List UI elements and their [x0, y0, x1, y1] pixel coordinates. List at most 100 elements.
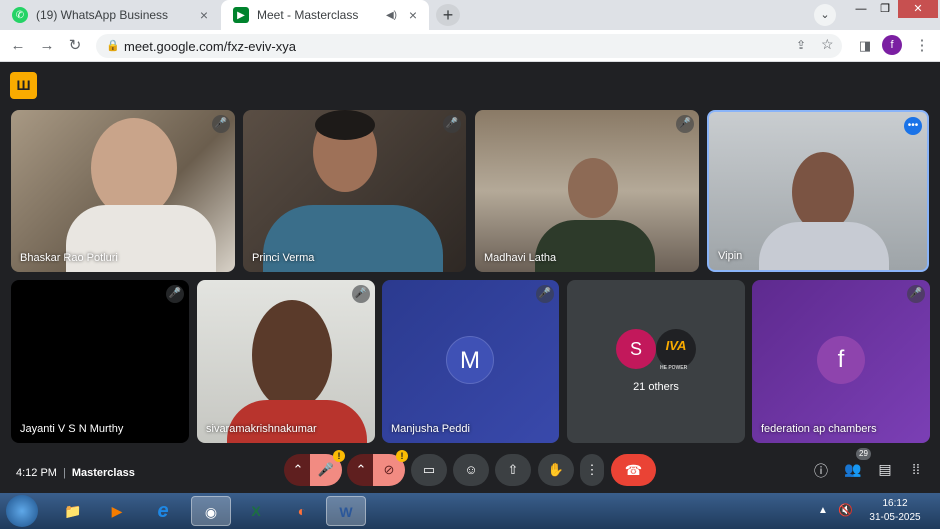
side-panel-icon[interactable]: ◨ — [855, 36, 875, 56]
bookmark-star-icon[interactable]: ☆ — [821, 36, 834, 53]
others-count: 21 others — [633, 381, 679, 393]
meeting-info-icon[interactable]: Ш — [10, 72, 37, 99]
url-text[interactable]: meet.google.com/fxz-eviv-xya — [124, 39, 296, 54]
word-icon[interactable]: W — [326, 496, 366, 526]
others-tile[interactable]: S IVA HE POWER 21 others — [567, 280, 745, 443]
excel-icon[interactable]: X — [239, 496, 273, 526]
avatar: f — [817, 336, 865, 384]
system-clock[interactable]: 16:12 31-05-2025 — [860, 497, 930, 525]
present-screen-button[interactable]: ⇧ — [495, 454, 531, 486]
participant-name: Madhavi Latha — [484, 252, 557, 264]
taskbar: 📁 ▶ e ◉ X ◐ W ▲ 🔇 16:12 31-05-2025 — [0, 493, 940, 529]
video-feed — [792, 152, 854, 232]
video-feed — [568, 158, 618, 218]
reload-icon[interactable]: ↻ — [65, 36, 85, 56]
mic-off-icon: 🎤 — [166, 285, 184, 303]
clock-time: 16:12 — [882, 498, 908, 509]
forward-icon[interactable]: → — [37, 36, 57, 56]
mic-off-icon: 🎤 — [352, 285, 370, 303]
participant-count-badge: 29 — [856, 448, 871, 460]
volume-icon[interactable]: 🔇 — [838, 503, 853, 517]
captions-button[interactable]: ▭ — [411, 454, 447, 486]
tab-whatsapp[interactable]: ✆ (19) WhatsApp Business × — [0, 0, 220, 30]
participant-tile-active-speaker[interactable]: ••• Vipin — [707, 110, 929, 272]
participant-name: sivaramakrishnakumar — [206, 423, 317, 435]
meeting-details: 4:12 PM | Masterclass — [16, 467, 135, 479]
logo-subtext: HE POWER — [660, 365, 688, 371]
close-icon[interactable]: × — [194, 7, 214, 23]
more-options-icon[interactable]: ••• — [904, 117, 922, 135]
avatar: S — [616, 329, 656, 369]
chrome-icon[interactable]: ◉ — [191, 496, 231, 526]
activities-icon[interactable]: ⁞⁞ — [906, 461, 926, 477]
more-options-button[interactable]: ⋮ — [580, 454, 604, 486]
participant-name: Princi Verma — [252, 252, 315, 264]
omnibox[interactable]: 🔒 meet.google.com/fxz-eviv-xya ⇪ ☆ — [96, 34, 842, 58]
media-player-icon[interactable]: ▶ — [100, 496, 134, 526]
warning-icon: ! — [333, 450, 345, 462]
mic-off-icon: 🎤 — [907, 285, 925, 303]
share-icon[interactable]: ⇪ — [796, 38, 806, 52]
profile-avatar[interactable]: f — [882, 35, 902, 55]
raise-hand-button[interactable]: ✋ — [538, 454, 574, 486]
info-icon[interactable]: ⓘ — [811, 461, 831, 481]
internet-explorer-icon[interactable]: e — [146, 496, 180, 526]
mic-off-icon: 🎤 — [536, 285, 554, 303]
video-options-chevron-icon[interactable]: ⌃ — [347, 454, 375, 486]
video-feed — [252, 300, 332, 410]
whatsapp-icon: ✆ — [12, 7, 28, 23]
people-icon[interactable]: 👥 — [843, 461, 863, 478]
browser-menu-icon[interactable]: ⋮ — [912, 36, 932, 56]
participant-tile[interactable]: 🎤 sivaramakrishnakumar — [197, 280, 375, 443]
participant-name: Vipin — [718, 250, 743, 262]
participant-tile[interactable]: 🎤 Princi Verma — [243, 110, 466, 272]
video-feed — [535, 220, 655, 272]
tab-meet[interactable]: ▶ Meet - Masterclass ◀) × — [221, 0, 429, 30]
emoji-button[interactable]: ☺ — [453, 454, 489, 486]
start-button[interactable] — [6, 495, 38, 527]
warning-icon: ! — [396, 450, 408, 462]
video-feed — [315, 110, 375, 140]
new-tab-button[interactable]: + — [436, 4, 460, 26]
participant-name: federation ap chambers — [761, 423, 877, 435]
avatar: M — [446, 336, 494, 384]
show-hidden-icons-icon[interactable]: ▲ — [818, 505, 828, 516]
tab-search-icon[interactable]: ⌄ — [814, 4, 836, 26]
participant-name: Manjusha Peddi — [391, 423, 470, 435]
firefox-icon[interactable]: ◐ — [285, 496, 319, 526]
mic-off-icon: 🎤 — [212, 115, 230, 133]
mic-off-icon: 🎤 — [676, 115, 694, 133]
participant-tile[interactable]: 🎤 Madhavi Latha — [475, 110, 699, 272]
video-feed — [759, 222, 889, 270]
file-explorer-icon[interactable]: 📁 — [56, 496, 90, 526]
video-feed — [91, 118, 177, 218]
chat-icon[interactable]: ▤ — [875, 461, 895, 478]
leave-call-button[interactable]: ☎ — [611, 454, 656, 486]
window-close-button[interactable]: ✕ — [898, 0, 938, 18]
clock-text: 4:12 PM — [16, 467, 57, 479]
browser-tab-bar: ✆ (19) WhatsApp Business × ▶ Meet - Mast… — [0, 0, 940, 30]
participant-tile[interactable]: M 🎤 Manjusha Peddi — [382, 280, 559, 443]
meeting-name: Masterclass — [71, 467, 135, 479]
tab-title: Meet - Masterclass — [257, 8, 359, 22]
mic-off-icon: 🎤 — [443, 115, 461, 133]
restore-button[interactable]: ❐ — [870, 0, 900, 18]
meet-stage: Ш 🎤 Bhaskar Rao Potluri 🎤 Princi Verma 🎤… — [0, 62, 940, 493]
address-bar: ← → ↻ 🔒 meet.google.com/fxz-eviv-xya ⇪ ☆… — [0, 30, 940, 62]
back-icon[interactable]: ← — [8, 36, 28, 56]
clock-date: 31-05-2025 — [869, 512, 921, 523]
avatar-logo: IVA HE POWER — [656, 329, 696, 371]
participant-name: Jayanti V S N Murthy — [20, 423, 124, 435]
video-feed — [227, 400, 367, 443]
audio-options-chevron-icon[interactable]: ⌃ — [284, 454, 312, 486]
lock-icon: 🔒 — [106, 40, 120, 52]
close-icon[interactable]: × — [403, 7, 423, 23]
call-controls: 4:12 PM | Masterclass ⌃ 🎤 ! ⌃ ⊘ ! ▭ ☺ ⇧ ✋ … — [0, 448, 940, 493]
participant-tile[interactable]: 🎤 Bhaskar Rao Potluri — [11, 110, 235, 272]
participant-tile[interactable]: f 🎤 federation ap chambers — [752, 280, 930, 443]
speaker-icon[interactable]: ◀) — [386, 10, 397, 21]
tab-title: (19) WhatsApp Business — [36, 8, 169, 22]
participant-name: Bhaskar Rao Potluri — [20, 252, 118, 264]
participant-tile[interactable]: 🎤 Jayanti V S N Murthy — [11, 280, 189, 443]
meet-icon: ▶ — [233, 7, 249, 23]
